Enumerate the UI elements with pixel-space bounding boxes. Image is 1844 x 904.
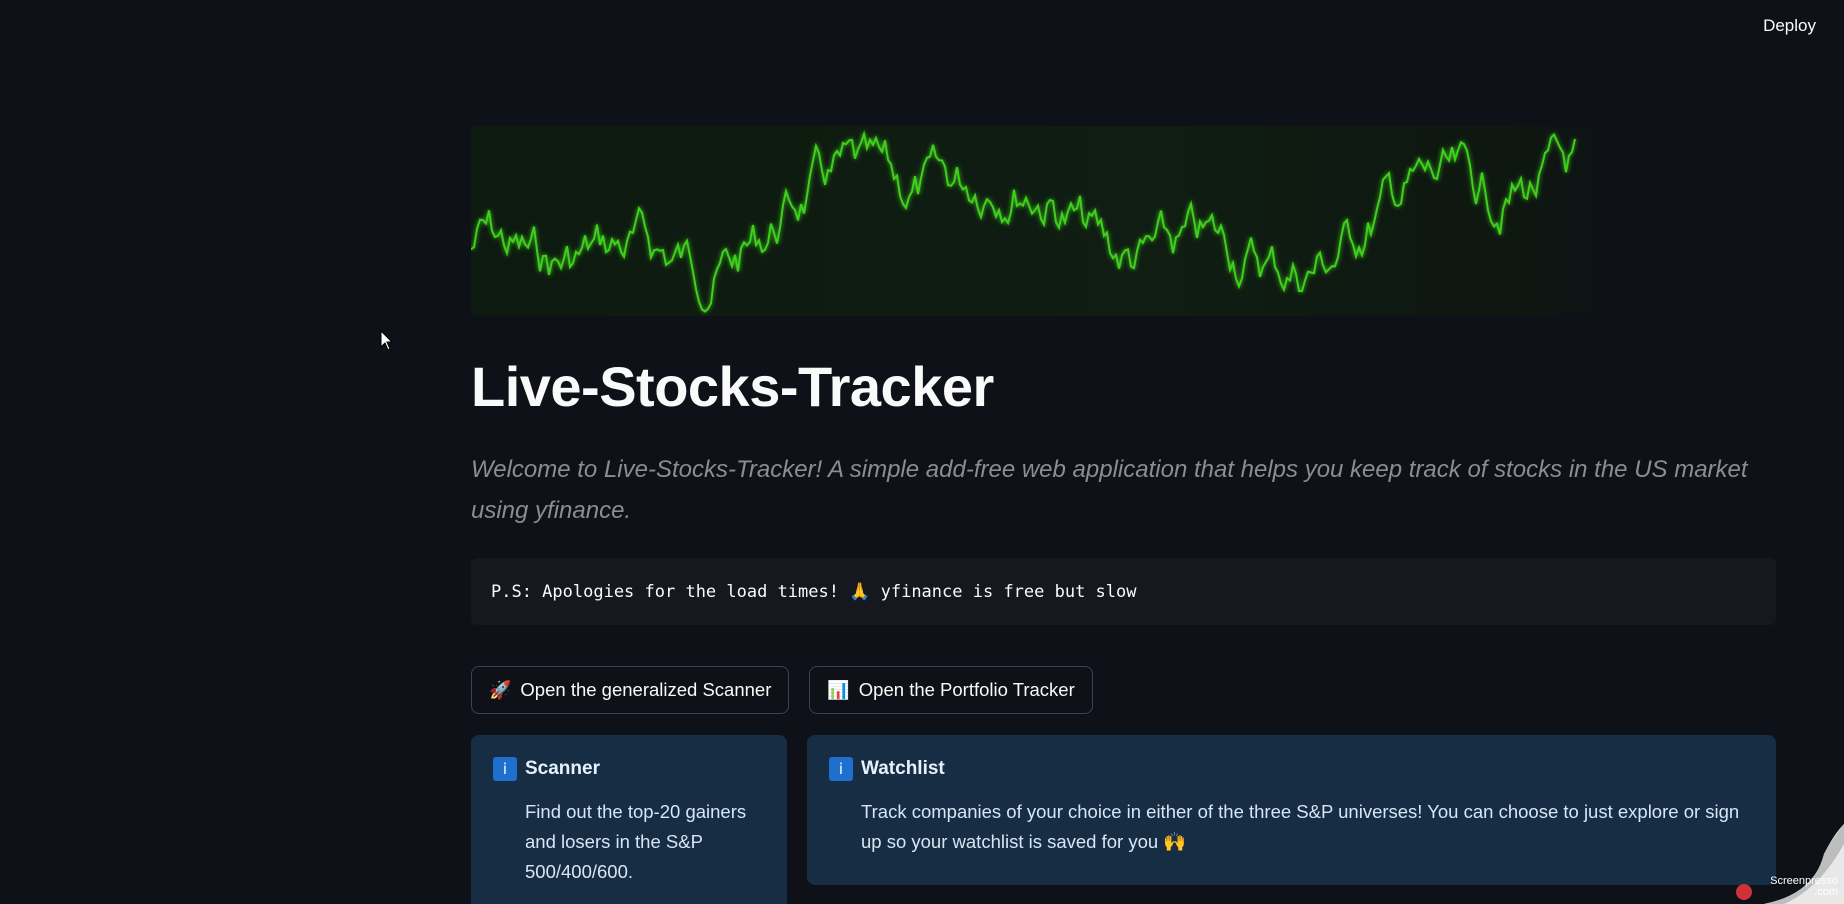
notice-text: P.S: Apologies for the load times! 🙏 yfi… <box>491 581 1137 602</box>
banner-image <box>471 126 1626 316</box>
open-portfolio-label: Open the Portfolio Tracker <box>858 679 1075 700</box>
main-content: Live-Stocks-Tracker Welcome to Live-Stoc… <box>471 126 1776 904</box>
rocket-icon: 🚀 <box>489 679 512 700</box>
open-scanner-label: Open the generalized Scanner <box>520 679 772 700</box>
page-title: Live-Stocks-Tracker <box>471 355 994 418</box>
info-icon: i <box>829 757 853 781</box>
scanner-info-card: i Scanner Find out the top-20 gainers an… <box>471 735 787 904</box>
watchlist-info-card: i Watchlist Track companies of your choi… <box>807 735 1776 885</box>
notice-code-block: P.S: Apologies for the load times! 🙏 yfi… <box>471 558 1776 625</box>
watchlist-card-body: Track companies of your choice in either… <box>861 801 1740 852</box>
watermark-line2: .com <box>1814 886 1838 898</box>
mouse-pointer-icon <box>380 330 394 351</box>
app: Deploy Live-Stocks-Tracker Welcome to Li… <box>0 0 1844 904</box>
deploy-button[interactable]: Deploy <box>1753 12 1826 40</box>
banner-stock-line <box>471 130 1576 313</box>
watchlist-card-title: Watchlist <box>861 758 945 779</box>
watchlist-card-header: i Watchlist <box>829 757 1754 781</box>
bar-chart-icon: 📊 <box>827 679 850 700</box>
scanner-card-body: Find out the top-20 gainers and losers i… <box>525 801 747 882</box>
action-buttons: 🚀 Open the generalized Scanner 📊 Open th… <box>471 666 1776 714</box>
scanner-card-title: Scanner <box>525 758 600 779</box>
info-cards: i Scanner Find out the top-20 gainers an… <box>471 735 1776 904</box>
open-scanner-button[interactable]: 🚀 Open the generalized Scanner <box>471 666 790 714</box>
page-subtitle: Welcome to Live-Stocks-Tracker! A simple… <box>471 456 1748 524</box>
screenpresso-watermark: Screenpresso .com <box>1724 824 1844 904</box>
info-icon: i <box>493 757 517 781</box>
open-portfolio-button[interactable]: 📊 Open the Portfolio Tracker <box>809 666 1093 714</box>
watermark-text: Screenpresso .com <box>1770 876 1838 898</box>
scanner-card-header: i Scanner <box>493 757 765 781</box>
